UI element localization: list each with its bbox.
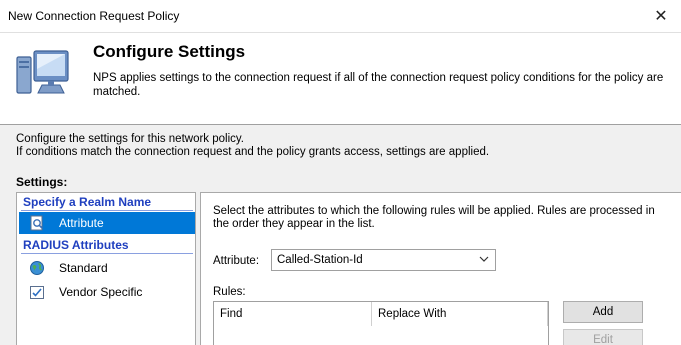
settings-label: Settings:	[16, 175, 68, 189]
chevron-down-icon	[479, 256, 489, 262]
attribute-label: Attribute:	[213, 255, 260, 267]
column-header-replace-with[interactable]: Replace With	[372, 302, 548, 326]
nav-item-standard[interactable]: Standard	[19, 257, 195, 279]
column-header-find[interactable]: Find	[214, 302, 372, 326]
attribute-selected-value: Called-Station-Id	[277, 254, 363, 266]
nav-item-vendor-specific[interactable]: Vendor Specific	[19, 281, 195, 303]
page-description: NPS applies settings to the connection r…	[93, 72, 664, 98]
new-connection-request-policy-dialog: New Connection Request Policy ✕ Configur…	[0, 0, 681, 345]
rules-table[interactable]: Find Replace With	[213, 301, 549, 345]
wizard-header: Configure Settings NPS applies settings …	[0, 32, 681, 124]
group-divider	[21, 253, 193, 254]
attribute-icon	[30, 215, 43, 231]
window-title: New Connection Request Policy	[8, 9, 180, 23]
close-button[interactable]: ✕	[641, 0, 681, 32]
group-divider	[21, 210, 193, 211]
nav-item-label: Vendor Specific	[59, 285, 143, 299]
settings-detail-panel: Select the attributes to which the follo…	[200, 192, 681, 345]
settings-nav: Specify a Realm Name Attribute RADIUS At…	[16, 192, 196, 345]
rules-label: Rules:	[213, 286, 246, 298]
group-header-realm: Specify a Realm Name	[23, 195, 152, 209]
page-title: Configure Settings	[93, 42, 246, 61]
intro-text: Configure the settings for this network …	[16, 133, 489, 159]
intro-line-2: If conditions match the connection reque…	[16, 146, 490, 158]
edit-button[interactable]: Edit	[563, 329, 643, 345]
add-button[interactable]: Add	[563, 301, 643, 323]
title-bar: New Connection Request Policy ✕	[0, 0, 681, 32]
nav-item-attribute[interactable]: Attribute	[19, 212, 195, 234]
nav-item-label: Standard	[59, 261, 108, 275]
intro-line-1: Configure the settings for this network …	[16, 133, 244, 145]
attribute-dropdown[interactable]: Called-Station-Id	[271, 249, 496, 271]
globe-icon	[30, 261, 44, 275]
wizard-body: Configure the settings for this network …	[0, 125, 681, 345]
checklist-icon	[30, 286, 44, 299]
group-header-radius: RADIUS Attributes	[23, 238, 129, 252]
panel-description: Select the attributes to which the follo…	[213, 205, 655, 230]
nav-item-label: Attribute	[59, 216, 104, 230]
monitor-icon	[16, 50, 69, 94]
